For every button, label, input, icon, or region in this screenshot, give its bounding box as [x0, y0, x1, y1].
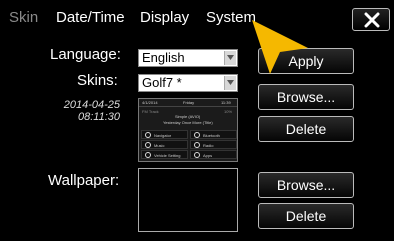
preview-cell: Music: [141, 140, 188, 149]
preview-cell: Vehicle Setting: [141, 150, 188, 159]
skins-select[interactable]: Golf7 *: [138, 74, 238, 92]
skin-date: 2014-04-25: [63, 99, 120, 111]
preview-cell-label: Bluetooth: [203, 133, 220, 138]
skin-time: 08:11:30: [77, 111, 120, 123]
tab-bar: Skin Date/Time Display System: [0, 0, 394, 38]
radio-icon: [194, 142, 200, 148]
delete-wallpaper-button[interactable]: Delete: [258, 203, 354, 229]
preview-line1: Simple (AVIO): [175, 114, 201, 119]
chevron-down-icon[interactable]: [224, 51, 236, 65]
navigator-icon: [145, 132, 151, 138]
preview-now-playing: FM Track 10% Simple (AVIO) Yesterday Onc…: [139, 108, 237, 128]
tab-system[interactable]: System: [206, 9, 256, 26]
preview-cell: Bluetooth: [190, 130, 237, 139]
settings-screen: Skin Date/Time Display System Language: …: [0, 0, 394, 241]
skins-value: Golf7 *: [142, 75, 182, 90]
language-select[interactable]: English: [138, 49, 238, 67]
preview-header: 4/1/2014 Friday 11:39: [139, 99, 237, 107]
tab-date-time[interactable]: Date/Time: [56, 9, 125, 26]
preview-clock: 11:39: [221, 100, 231, 105]
preview-cell-label: Radio: [203, 143, 214, 148]
preview-cell: Navigator: [141, 130, 188, 139]
skins-label: Skins:: [77, 72, 118, 89]
tab-skin[interactable]: Skin: [9, 9, 38, 26]
preview-cell-label: Music: [154, 143, 165, 148]
chevron-down-icon[interactable]: [224, 76, 236, 90]
wallpaper-label: Wallpaper:: [48, 172, 120, 189]
preview-fm: FM Track: [142, 109, 159, 114]
vehicle-icon: [145, 152, 151, 158]
close-button[interactable]: [352, 8, 390, 31]
language-label: Language:: [50, 46, 121, 63]
language-value: English: [142, 50, 185, 65]
bluetooth-icon: [194, 132, 200, 138]
tab-display[interactable]: Display: [140, 9, 189, 26]
preview-day: Friday: [183, 100, 195, 105]
pointer-arrow-icon: [252, 20, 308, 74]
skin-preview: 4/1/2014 Friday 11:39 FM Track 10% Simpl…: [138, 98, 238, 162]
browse-wallpaper-button[interactable]: Browse...: [258, 172, 354, 198]
preview-cell: Radio: [190, 140, 237, 149]
preview-app-grid: Navigator Bluetooth Music Radio Vehicle …: [141, 130, 237, 161]
preview-line2: Yesterday Once More (Title): [163, 120, 213, 125]
wallpaper-preview: [138, 168, 238, 232]
preview-cell-label: Apps: [203, 153, 213, 158]
apps-icon: [194, 152, 200, 158]
browse-skin-button[interactable]: Browse...: [258, 84, 354, 110]
preview-cell-label: Vehicle Setting: [154, 153, 181, 158]
music-icon: [145, 142, 151, 148]
preview-date: 4/1/2014: [142, 100, 158, 105]
close-icon: [364, 12, 380, 28]
preview-percent: 10%: [224, 109, 233, 114]
preview-cell: Apps: [190, 150, 237, 159]
delete-skin-button[interactable]: Delete: [258, 116, 354, 142]
preview-cell-label: Navigator: [154, 133, 172, 138]
